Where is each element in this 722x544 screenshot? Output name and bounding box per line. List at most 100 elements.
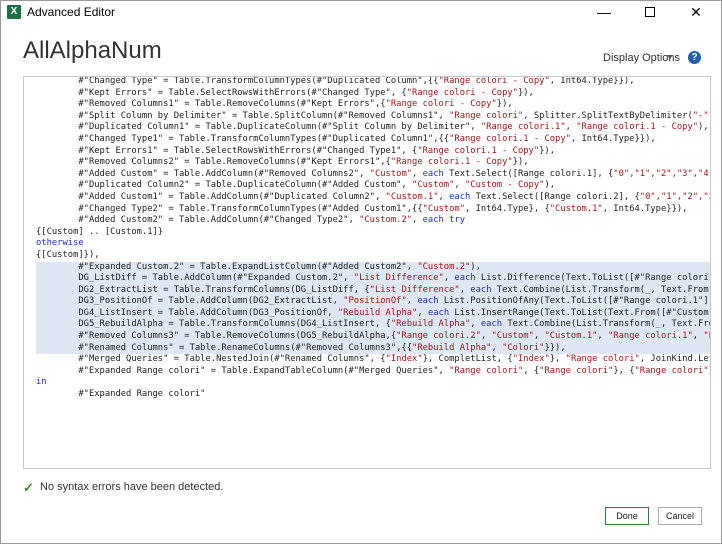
code-token: , — [480, 331, 492, 342]
code-line[interactable]: #"Removed Columns2" = Table.RemoveColumn… — [36, 157, 710, 169]
code-token: "Rebuild Alpha" — [390, 319, 471, 330]
query-name-title: AllAlphaNum — [23, 37, 162, 64]
code-token: #"Renamed Columns" = Table.RenameColumns… — [36, 342, 413, 353]
code-line[interactable]: #"Kept Errors" = Table.SelectRowsWithErr… — [36, 88, 710, 100]
code-token: #"Duplicated Column1" = Table.DuplicateC… — [36, 122, 481, 133]
code-token: "Range colori - Copy" — [406, 87, 518, 98]
code-token: , — [692, 331, 704, 342]
code-token: }), — [496, 99, 513, 110]
help-icon[interactable]: ? — [688, 51, 701, 64]
code-text[interactable]: #"Changed Type" = Table.TransformColumnT… — [36, 76, 710, 401]
code-token: , Int64.Type}, { — [465, 203, 550, 214]
done-button[interactable]: Done — [605, 507, 649, 525]
code-token: "Range colori.1 - Copy" — [576, 122, 699, 133]
excel-app-icon: X — [7, 5, 21, 19]
code-token: , — [533, 331, 545, 342]
code-line[interactable]: #"Merged Queries" = Table.NestedJoin(#"R… — [36, 354, 710, 366]
code-token: #"Removed Columns3" = Table.RemoveColumn… — [36, 331, 397, 342]
code-line[interactable]: #"Split Column by Delimiter" = Table.Spl… — [36, 111, 710, 123]
code-token: , JoinKind.LeftOuter), — [639, 354, 710, 365]
code-token: , — [597, 331, 609, 342]
code-token: Text.Combine(List.Transform(_, Text.From… — [507, 319, 710, 330]
code-token: #"Removed Columns2" = Table.RemoveColumn… — [36, 157, 391, 168]
chevron-down-icon[interactable] — [667, 55, 673, 59]
code-token: #"Removed Columns1" = Table.RemoveColumn… — [36, 99, 386, 110]
code-token: in — [36, 377, 47, 388]
minimize-button[interactable]: — — [581, 1, 627, 23]
code-line[interactable]: otherwise — [36, 238, 710, 250]
code-token: #"Kept Errors1" = Table.SelectRowsWithEr… — [36, 145, 418, 156]
code-token: each — [427, 307, 450, 318]
code-token: each — [417, 296, 439, 307]
code-token: , — [438, 191, 450, 202]
code-token: #"Changed Type" = Table.TransformColumnT… — [36, 76, 439, 86]
code-token: #"Expanded Range colori" — [36, 389, 206, 400]
code-line[interactable]: #"Expanded Range colori" — [36, 389, 710, 401]
code-token: #"Changed Type1" = Table.TransformColumn… — [36, 133, 450, 144]
code-token: "Range colori" — [539, 365, 614, 376]
code-line[interactable]: DG_ListDiff = Table.AddColumn(#"Expanded… — [36, 273, 710, 285]
code-token: List.InsertRange(Text.ToList(Text.From([… — [454, 307, 710, 318]
code-token: "List Difference" — [703, 331, 710, 342]
code-line[interactable]: #"Removed Columns1" = Table.RemoveColumn… — [36, 99, 710, 111]
code-line[interactable]: #"Expanded Range colori" = Table.ExpandT… — [36, 366, 710, 378]
code-token: "Range colori" — [449, 365, 524, 376]
code-line[interactable]: DG5_RebuildAlpha = Table.TransformColumn… — [36, 319, 710, 332]
maximize-button[interactable] — [627, 1, 673, 23]
code-token: "Custom.2" — [417, 261, 471, 272]
code-token: }, CompletList, { — [422, 354, 513, 365]
code-token: "Custom.1" — [549, 203, 603, 214]
code-line[interactable]: {[Custom] .. [Custom.1]} — [36, 227, 710, 239]
code-token: "-" — [692, 110, 709, 121]
code-token: , — [412, 168, 423, 179]
code-line[interactable]: DG3_PositionOf = Table.AddColumn(DG2_Ext… — [36, 296, 710, 308]
code-line[interactable]: #"Changed Type1" = Table.TransformColumn… — [36, 134, 710, 146]
code-token: }, — [549, 354, 566, 365]
code-line[interactable]: #"Added Custom1" = Table.AddColumn(#"Dup… — [36, 192, 710, 204]
code-editor[interactable]: #"Changed Type" = Table.TransformColumnT… — [23, 76, 711, 469]
minimize-icon: — — [597, 4, 611, 20]
code-line[interactable]: #"Duplicated Column2" = Table.DuplicateC… — [36, 180, 710, 192]
code-token: "0","1","2","3","4","5","6","7" — [639, 191, 710, 202]
title-bar[interactable]: X Advanced Editor — ✕ — [1, 1, 721, 23]
code-token: each — [480, 319, 503, 330]
code-token: each — [470, 284, 492, 295]
code-token: ), — [470, 261, 481, 272]
code-line[interactable]: #"Changed Type" = Table.TransformColumnT… — [36, 76, 710, 88]
code-token: "Range colori" — [449, 110, 524, 121]
code-token: , — [491, 342, 503, 353]
code-line[interactable]: #"Added Custom2" = Table.AddColumn(#"Cha… — [36, 215, 710, 227]
code-line[interactable]: #"Added Custom" = Table.AddColumn(#"Remo… — [36, 169, 710, 181]
code-line[interactable]: {[Custom]}), — [36, 250, 710, 262]
check-icon: ✓ — [23, 480, 34, 495]
code-line[interactable]: #"Changed Type2" = Table.TransformColumn… — [36, 204, 710, 216]
code-line[interactable]: #"Expanded Custom.2" = Table.ExpandListC… — [36, 261, 710, 274]
code-line[interactable]: in — [36, 377, 710, 389]
code-token: "List Difference" — [369, 284, 460, 295]
code-line[interactable]: #"Renamed Columns" = Table.RenameColumns… — [36, 342, 710, 355]
code-token: List.Difference(Text.ToList([#"Range col… — [480, 273, 710, 284]
code-token: "Custom" — [369, 168, 413, 179]
code-line[interactable]: #"Kept Errors1" = Table.SelectRowsWithEr… — [36, 146, 710, 158]
code-token: "Range colori.1 - Copy" — [449, 133, 571, 144]
code-token: DG_ListDiff = Table.AddColumn(#"Expanded… — [36, 273, 354, 284]
code-line[interactable]: DG4_ListInsert = Table.AddColumn(DG3_Pos… — [36, 307, 710, 320]
code-token: , — [470, 319, 481, 330]
code-line[interactable]: DG2_ExtractList = Table.TransformColumns… — [36, 284, 710, 297]
code-token: Text.Combine(List.Transform(_, Text.From… — [491, 284, 710, 295]
code-token: , { — [523, 365, 540, 376]
code-token: "Range colori.1 - Copy" — [417, 145, 540, 156]
code-token: "Range colori.1 - Copy" — [390, 157, 513, 168]
code-token: "PositionOf" — [343, 296, 407, 307]
code-token: "List Difference" — [353, 273, 444, 284]
code-line[interactable]: #"Removed Columns3" = Table.RemoveColumn… — [36, 331, 710, 343]
code-token: DG4_ListInsert = Table.AddColumn(DG3_Pos… — [36, 307, 338, 318]
code-token: "Custom.1" — [544, 331, 598, 342]
code-token: ), — [544, 180, 556, 191]
code-line[interactable]: #"Duplicated Column1" = Table.DuplicateC… — [36, 122, 710, 134]
close-button[interactable]: ✕ — [673, 1, 719, 23]
code-token: {[Custom] .. [Custom.1]} — [36, 226, 164, 237]
cancel-button[interactable]: Cancel — [658, 507, 702, 525]
code-token: }, { — [613, 365, 635, 376]
code-token: , Int64.Type}}), — [570, 133, 656, 144]
